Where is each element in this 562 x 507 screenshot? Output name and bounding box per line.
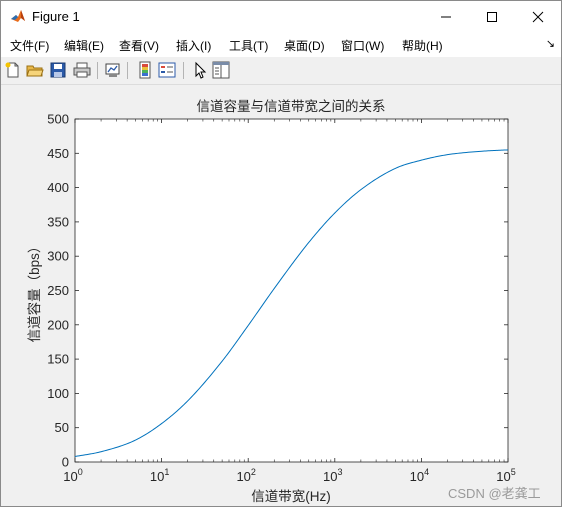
menu-view[interactable]: 查看(V) bbox=[119, 37, 159, 54]
figure-toolbar bbox=[1, 57, 561, 85]
property-inspector-icon[interactable] bbox=[212, 61, 230, 79]
minimize-icon bbox=[441, 16, 451, 17]
print-icon[interactable] bbox=[73, 61, 91, 79]
insert-colorbar-icon[interactable] bbox=[136, 61, 154, 79]
insert-legend-icon[interactable] bbox=[158, 61, 176, 79]
y-tick-label: 100 bbox=[47, 386, 69, 401]
link-plot-icon[interactable] bbox=[104, 61, 122, 79]
y-tick-label: 300 bbox=[47, 249, 69, 264]
line-chart: 信道容量与信道带宽之间的关系 0 50 100 150 200 250 300 350 400 4… bbox=[26, 98, 516, 504]
x-tick-label: 104 bbox=[410, 467, 429, 484]
x-tick-label: 101 bbox=[150, 467, 169, 484]
menu-tools[interactable]: 工具(T) bbox=[229, 37, 268, 54]
y-tick-label: 200 bbox=[47, 317, 69, 332]
menu-help[interactable]: 帮助(H) bbox=[402, 37, 443, 54]
toolbar-separator bbox=[127, 62, 128, 79]
menu-bar: 文件(F) 编辑(E) 查看(V) 插入(I) 工具(T) 桌面(D) 窗口(W… bbox=[1, 32, 561, 57]
menu-edit[interactable]: 编辑(E) bbox=[64, 37, 104, 54]
save-icon[interactable] bbox=[49, 61, 67, 79]
figure-window: Figure 1 文件(F) 编辑(E) 查看(V) 插入(I) 工具(T) 桌… bbox=[0, 0, 562, 507]
window-title: Figure 1 bbox=[32, 9, 80, 24]
x-tick-label: 102 bbox=[236, 467, 255, 484]
toolbar-separator bbox=[183, 62, 184, 79]
menu-window[interactable]: 窗口(W) bbox=[341, 37, 384, 54]
close-icon bbox=[532, 11, 544, 22]
matlab-logo-icon bbox=[11, 10, 25, 22]
maximize-button[interactable] bbox=[469, 1, 515, 32]
new-figure-icon[interactable] bbox=[4, 61, 22, 79]
x-axis-label: 信道带宽(Hz) bbox=[251, 488, 331, 504]
y-tick-label: 450 bbox=[47, 146, 69, 161]
watermark-text: CSDN @老龚工 bbox=[448, 486, 541, 501]
y-tick-label: 0 bbox=[62, 455, 69, 470]
x-tick-label: 100 bbox=[63, 467, 82, 484]
dock-arrow-icon[interactable]: ↘ bbox=[546, 37, 555, 50]
menu-insert[interactable]: 插入(I) bbox=[176, 37, 211, 54]
menu-file[interactable]: 文件(F) bbox=[10, 37, 49, 54]
toolbar-separator bbox=[97, 62, 98, 79]
y-tick-label: 50 bbox=[55, 420, 69, 435]
menu-desktop[interactable]: 桌面(D) bbox=[284, 37, 325, 54]
edit-plot-cursor-icon[interactable] bbox=[191, 61, 209, 79]
x-tick-label: 103 bbox=[323, 467, 342, 484]
chart-title: 信道容量与信道带宽之间的关系 bbox=[197, 98, 386, 114]
x-tick-label: 105 bbox=[496, 467, 515, 484]
open-file-icon[interactable] bbox=[26, 61, 44, 79]
y-tick-label: 250 bbox=[47, 283, 69, 298]
maximize-icon bbox=[487, 11, 497, 22]
axes-box bbox=[74, 118, 509, 463]
y-tick-label: 400 bbox=[47, 180, 69, 195]
minimize-button[interactable] bbox=[423, 1, 469, 32]
y-tick-label: 150 bbox=[47, 352, 69, 367]
figure-canvas: 信道容量与信道带宽之间的关系 0 50 100 150 200 250 300 350 400 4… bbox=[1, 85, 561, 506]
y-tick-label: 500 bbox=[47, 112, 69, 127]
close-button[interactable] bbox=[515, 1, 561, 32]
y-tick-label: 350 bbox=[47, 214, 69, 229]
title-bar: Figure 1 bbox=[1, 1, 561, 32]
y-axis-label: 信道容量（bps） bbox=[26, 240, 42, 343]
